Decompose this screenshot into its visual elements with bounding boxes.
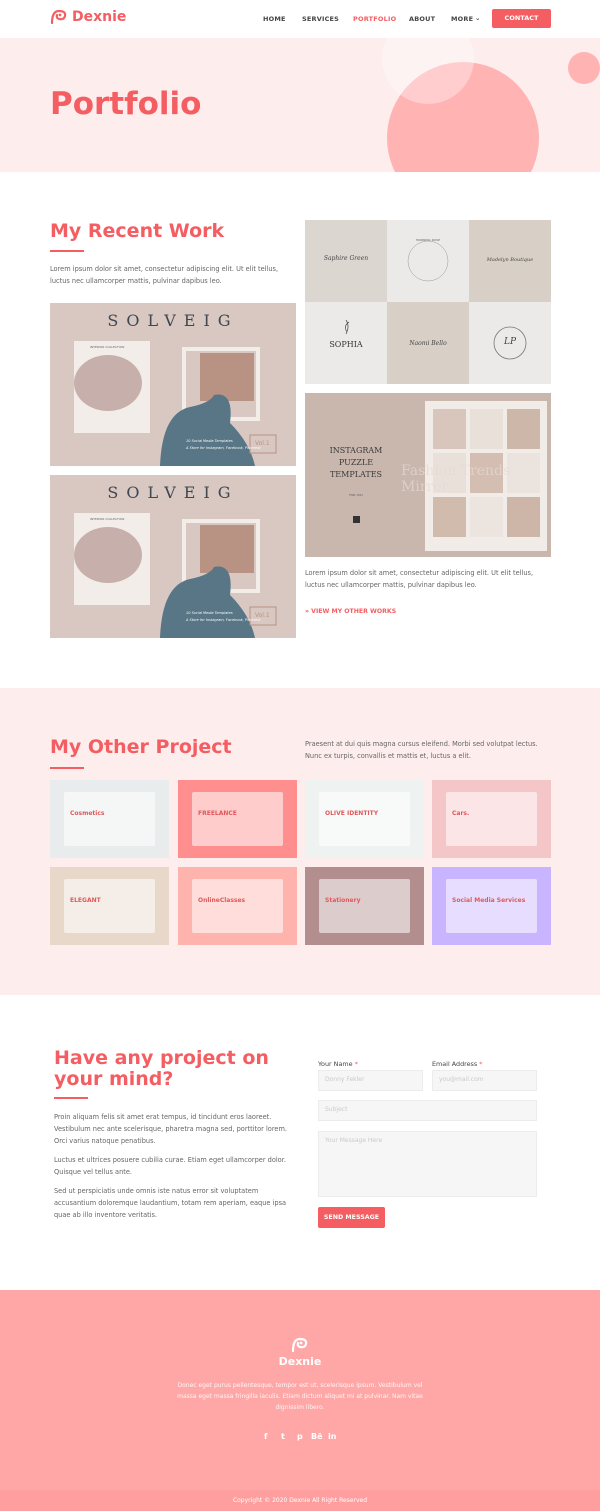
logo-lp: LP	[503, 337, 517, 347]
title-underline	[50, 250, 84, 252]
project-tile-label: ELEGANT	[70, 897, 101, 904]
solveig-card-2[interactable]: SOLVEIG INTERIOR COLLECTION 10 Social Me…	[50, 475, 296, 638]
other-project-title: My Other Project	[50, 736, 232, 758]
footer-logo-icon	[291, 1337, 308, 1353]
project-tile[interactable]: ELEGANT	[50, 867, 169, 945]
solveig-caption-1: 10 Social Media Templates	[186, 439, 233, 443]
project-tile[interactable]: Cars.	[432, 780, 551, 858]
page-title: Portfolio	[50, 86, 202, 122]
project-tile-label: OLIVE IDENTITY	[325, 810, 379, 817]
title-underline	[54, 1097, 88, 1099]
instagram-puzzle-card[interactable]: INSTAGRAM PUZZLE TEMPLATES FOR YOU Fashi…	[305, 393, 551, 557]
footer-text: Donec eget purus pellentesque, tempor es…	[177, 1382, 423, 1411]
nav-portfolio[interactable]: PORTFOLIO	[353, 15, 396, 23]
project-tile-label: FREELANCE	[198, 810, 237, 817]
contact-paragraph-3: Sed ut perspiciatis unde omnis iste natu…	[54, 1187, 287, 1219]
logo-madelyn: Madelyn Boutique	[486, 257, 534, 263]
copyright: Copyright © 2020 Dexnie All Right Reserv…	[0, 1490, 600, 1511]
solveig-vol: Vol.1	[255, 440, 270, 447]
logo-naomi: Naomi Bello	[409, 340, 447, 347]
recent-work-title: My Recent Work	[50, 220, 225, 242]
name-field[interactable]: Donny Fekler	[318, 1070, 423, 1091]
email-label: Email Address *	[432, 1060, 483, 1068]
site-header: Dexnie HOME SERVICES PORTFOLIO ABOUT MOR…	[0, 0, 600, 38]
recent-intro: Lorem ipsum dolor sit amet, consectetur …	[50, 265, 279, 285]
subject-field[interactable]: Subject	[318, 1100, 537, 1121]
puzzle-sub: FOR YOU	[349, 493, 363, 497]
view-other-works-link[interactable]: » VIEW MY OTHER WORKS	[305, 608, 396, 615]
contact-paragraph-1: Proin aliquam felis sit amet erat tempus…	[54, 1113, 287, 1145]
other-project-intro: Praesent at dui quis magna cursus eleife…	[305, 740, 538, 760]
logo-sophia: SOPHIA	[329, 340, 363, 349]
facebook-icon[interactable]: f	[264, 1432, 267, 1441]
solveig-card-1[interactable]: SOLVEIG INTERIOR COLLECTION 10 Social Me…	[50, 303, 296, 466]
send-message-button[interactable]: SEND MESSAGE	[318, 1207, 385, 1228]
solveig-caption-2: A Store for Instagram, Facebook, Pintere…	[186, 446, 261, 450]
project-tile-label: Cars.	[452, 810, 470, 817]
solveig-collection: INTERIOR COLLECTION	[90, 517, 125, 521]
project-tile[interactable]: Social Media Services	[432, 867, 551, 945]
logos-artwork	[305, 220, 551, 384]
nav-home[interactable]: HOME	[263, 15, 286, 23]
contact-title: Have any project on your mind?	[54, 1047, 269, 1090]
footer-brand: Dexnie	[278, 1355, 322, 1368]
project-tile-label: Social Media Services	[452, 897, 526, 904]
project-tile[interactable]: Cosmetics	[50, 780, 169, 858]
solveig-vol: Vol.1	[255, 612, 270, 619]
nav-services[interactable]: SERVICES	[302, 15, 339, 23]
message-field[interactable]: Your Message Here	[318, 1131, 537, 1197]
logo-morning-rose: MORNING ROSE	[416, 238, 440, 242]
logo-saphire: Saphire Green	[323, 255, 369, 262]
project-tile[interactable]: OnlineClasses	[178, 867, 297, 945]
project-tile[interactable]: FREELANCE	[178, 780, 297, 858]
solveig-collection: INTERIOR COLLECTION	[90, 345, 125, 349]
twitter-icon[interactable]: t	[281, 1432, 285, 1441]
pinterest-icon[interactable]: p	[297, 1432, 303, 1441]
contact-paragraph-2: Luctus et ultrices posuere cubilia curae…	[54, 1156, 286, 1176]
project-tile[interactable]: OLIVE IDENTITY	[305, 780, 424, 858]
solveig-caption-1: 10 Social Media Templates	[186, 611, 233, 615]
puzzle-title: INSTAGRAM PUZZLE TEMPLATES	[329, 446, 383, 479]
linkedin-icon[interactable]: in	[328, 1432, 336, 1441]
solveig-title: SOLVEIG	[107, 483, 239, 502]
solveig-title: SOLVEIG	[107, 311, 239, 330]
title-underline	[50, 767, 84, 769]
chevron-down-icon[interactable]: ⌄	[475, 14, 481, 22]
project-tile-label: OnlineClasses	[198, 897, 246, 904]
recent-outro: Lorem ipsum dolor sit amet, consectetur …	[305, 569, 534, 589]
name-label: Your Name *	[318, 1060, 358, 1068]
hero-banner: Portfolio	[0, 38, 600, 172]
solveig-caption-2: A Store for Instagram, Facebook, Pintere…	[186, 618, 261, 622]
nav-about[interactable]: ABOUT	[409, 15, 435, 23]
contact-button[interactable]: CONTACT	[492, 9, 551, 28]
project-tile-label: Cosmetics	[70, 810, 105, 817]
logos-card[interactable]: Saphire Green MORNING ROSE Madelyn Bouti…	[305, 220, 551, 384]
nav-more[interactable]: MORE	[451, 15, 473, 23]
behance-icon[interactable]: Bē	[311, 1432, 323, 1441]
email-field[interactable]: you@mail.com	[432, 1070, 537, 1091]
project-tile-label: Stationery	[325, 897, 361, 904]
puzzle-bg-words: Fashion Trends Mirror	[401, 463, 511, 495]
project-tile[interactable]: Stationery	[305, 867, 424, 945]
